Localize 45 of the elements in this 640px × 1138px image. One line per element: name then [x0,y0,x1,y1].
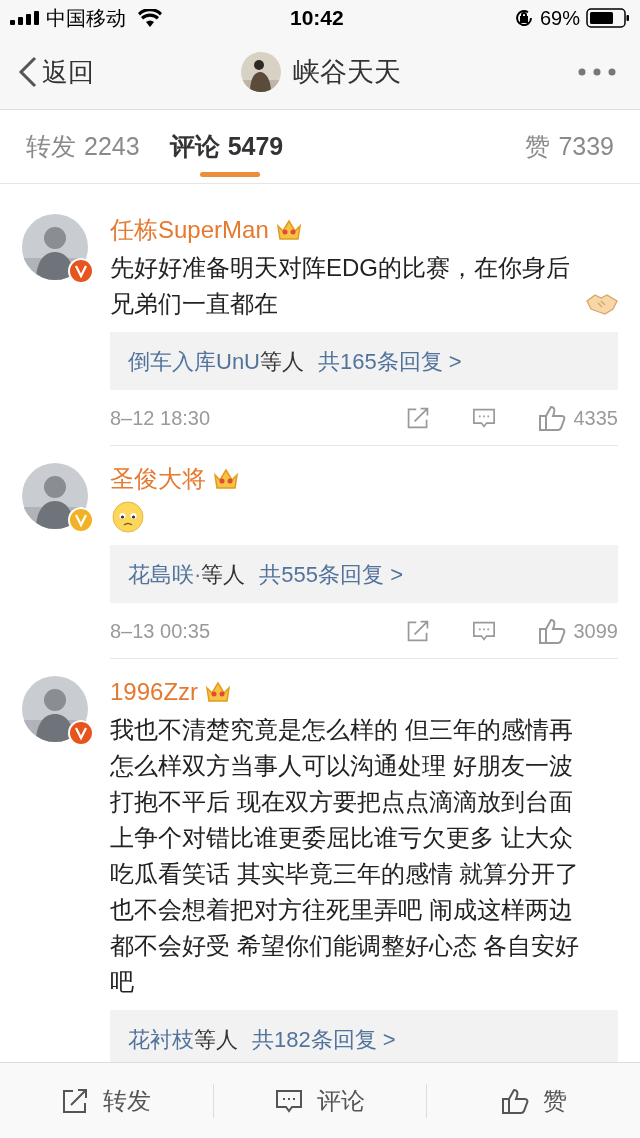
comment-text: 我也不清楚究竟是怎么样的 但三年的感情再怎么样双方当事人可以沟通处理 好朋友一波打抱不平后 现在双方要把点点滴滴放到台面上争个对错比谁更委屈比谁亏欠更多 让大众吃瓜看笑话 其实毕竟三年的感情 就算分开了也不会想着把对方往死里弄吧 闹成这样两边都不会好受 希望你们能调整好心态 各自安好吧 [110,715,581,997]
comment-icon[interactable] [471,406,496,429]
more-icon[interactable] [578,68,616,76]
handshake-icon [586,293,618,315]
rotation-lock-icon [513,7,534,28]
reply-suffix: 等人 [201,560,246,589]
repost-action[interactable]: 转发 [0,1082,213,1119]
repost-icon[interactable] [405,618,430,643]
battery-percent: 69% [539,5,580,31]
worried-face-icon [112,501,144,533]
thumbs-up-icon [537,616,566,645]
back-button[interactable]: 返回 [18,52,94,92]
crown-icon [212,467,240,491]
comment-icon[interactable] [471,619,496,642]
thumbs-up-icon [537,403,566,432]
repost-icon [61,1086,90,1115]
comment-action[interactable]: 评论 [213,1082,427,1119]
replies-box[interactable]: 花衬枝等人 共182条回复 > [110,1010,618,1062]
comment-time: 8–12 18:30 [110,405,211,431]
chevron-left-icon [18,56,38,88]
replies-box[interactable]: 花島咲·等人 共555条回复 > [110,545,618,603]
reply-names: 倒车入库UnU [128,347,260,376]
comment-time: 8–13 00:35 [110,618,211,644]
nav-title: 峡谷天天 [293,55,401,89]
like-action[interactable]: 赞 [427,1082,640,1119]
crown-icon [204,680,233,704]
reply-suffix: 等人 [260,347,304,376]
wifi-icon [138,8,162,27]
clock: 10:42 [290,4,344,31]
replies-box[interactable]: 倒车入库UnU等人 共165条回复 > [110,332,618,390]
thumbs-up-icon [500,1086,529,1115]
reply-count: 共165条回复 > [318,347,462,376]
comment-icon [275,1087,303,1114]
repost-icon[interactable] [405,405,430,430]
tab[interactable]: 评论 5479 [169,110,284,183]
reply-count: 共182条回复 > [252,1025,396,1054]
reply-count: 共555条回复 > [259,560,403,589]
comment-text: 先好好准备明天对阵EDG的比赛，在你身后兄弟们一直都在 [110,253,571,319]
reply-names: 花島咲· [128,560,202,589]
crown-icon [274,218,303,242]
reply-suffix: 等人 [194,1025,238,1054]
reply-names: 花衬枝 [128,1025,194,1054]
battery-icon [586,7,630,28]
carrier-name: 中国移动 [46,5,126,31]
signal-icon [10,10,40,25]
